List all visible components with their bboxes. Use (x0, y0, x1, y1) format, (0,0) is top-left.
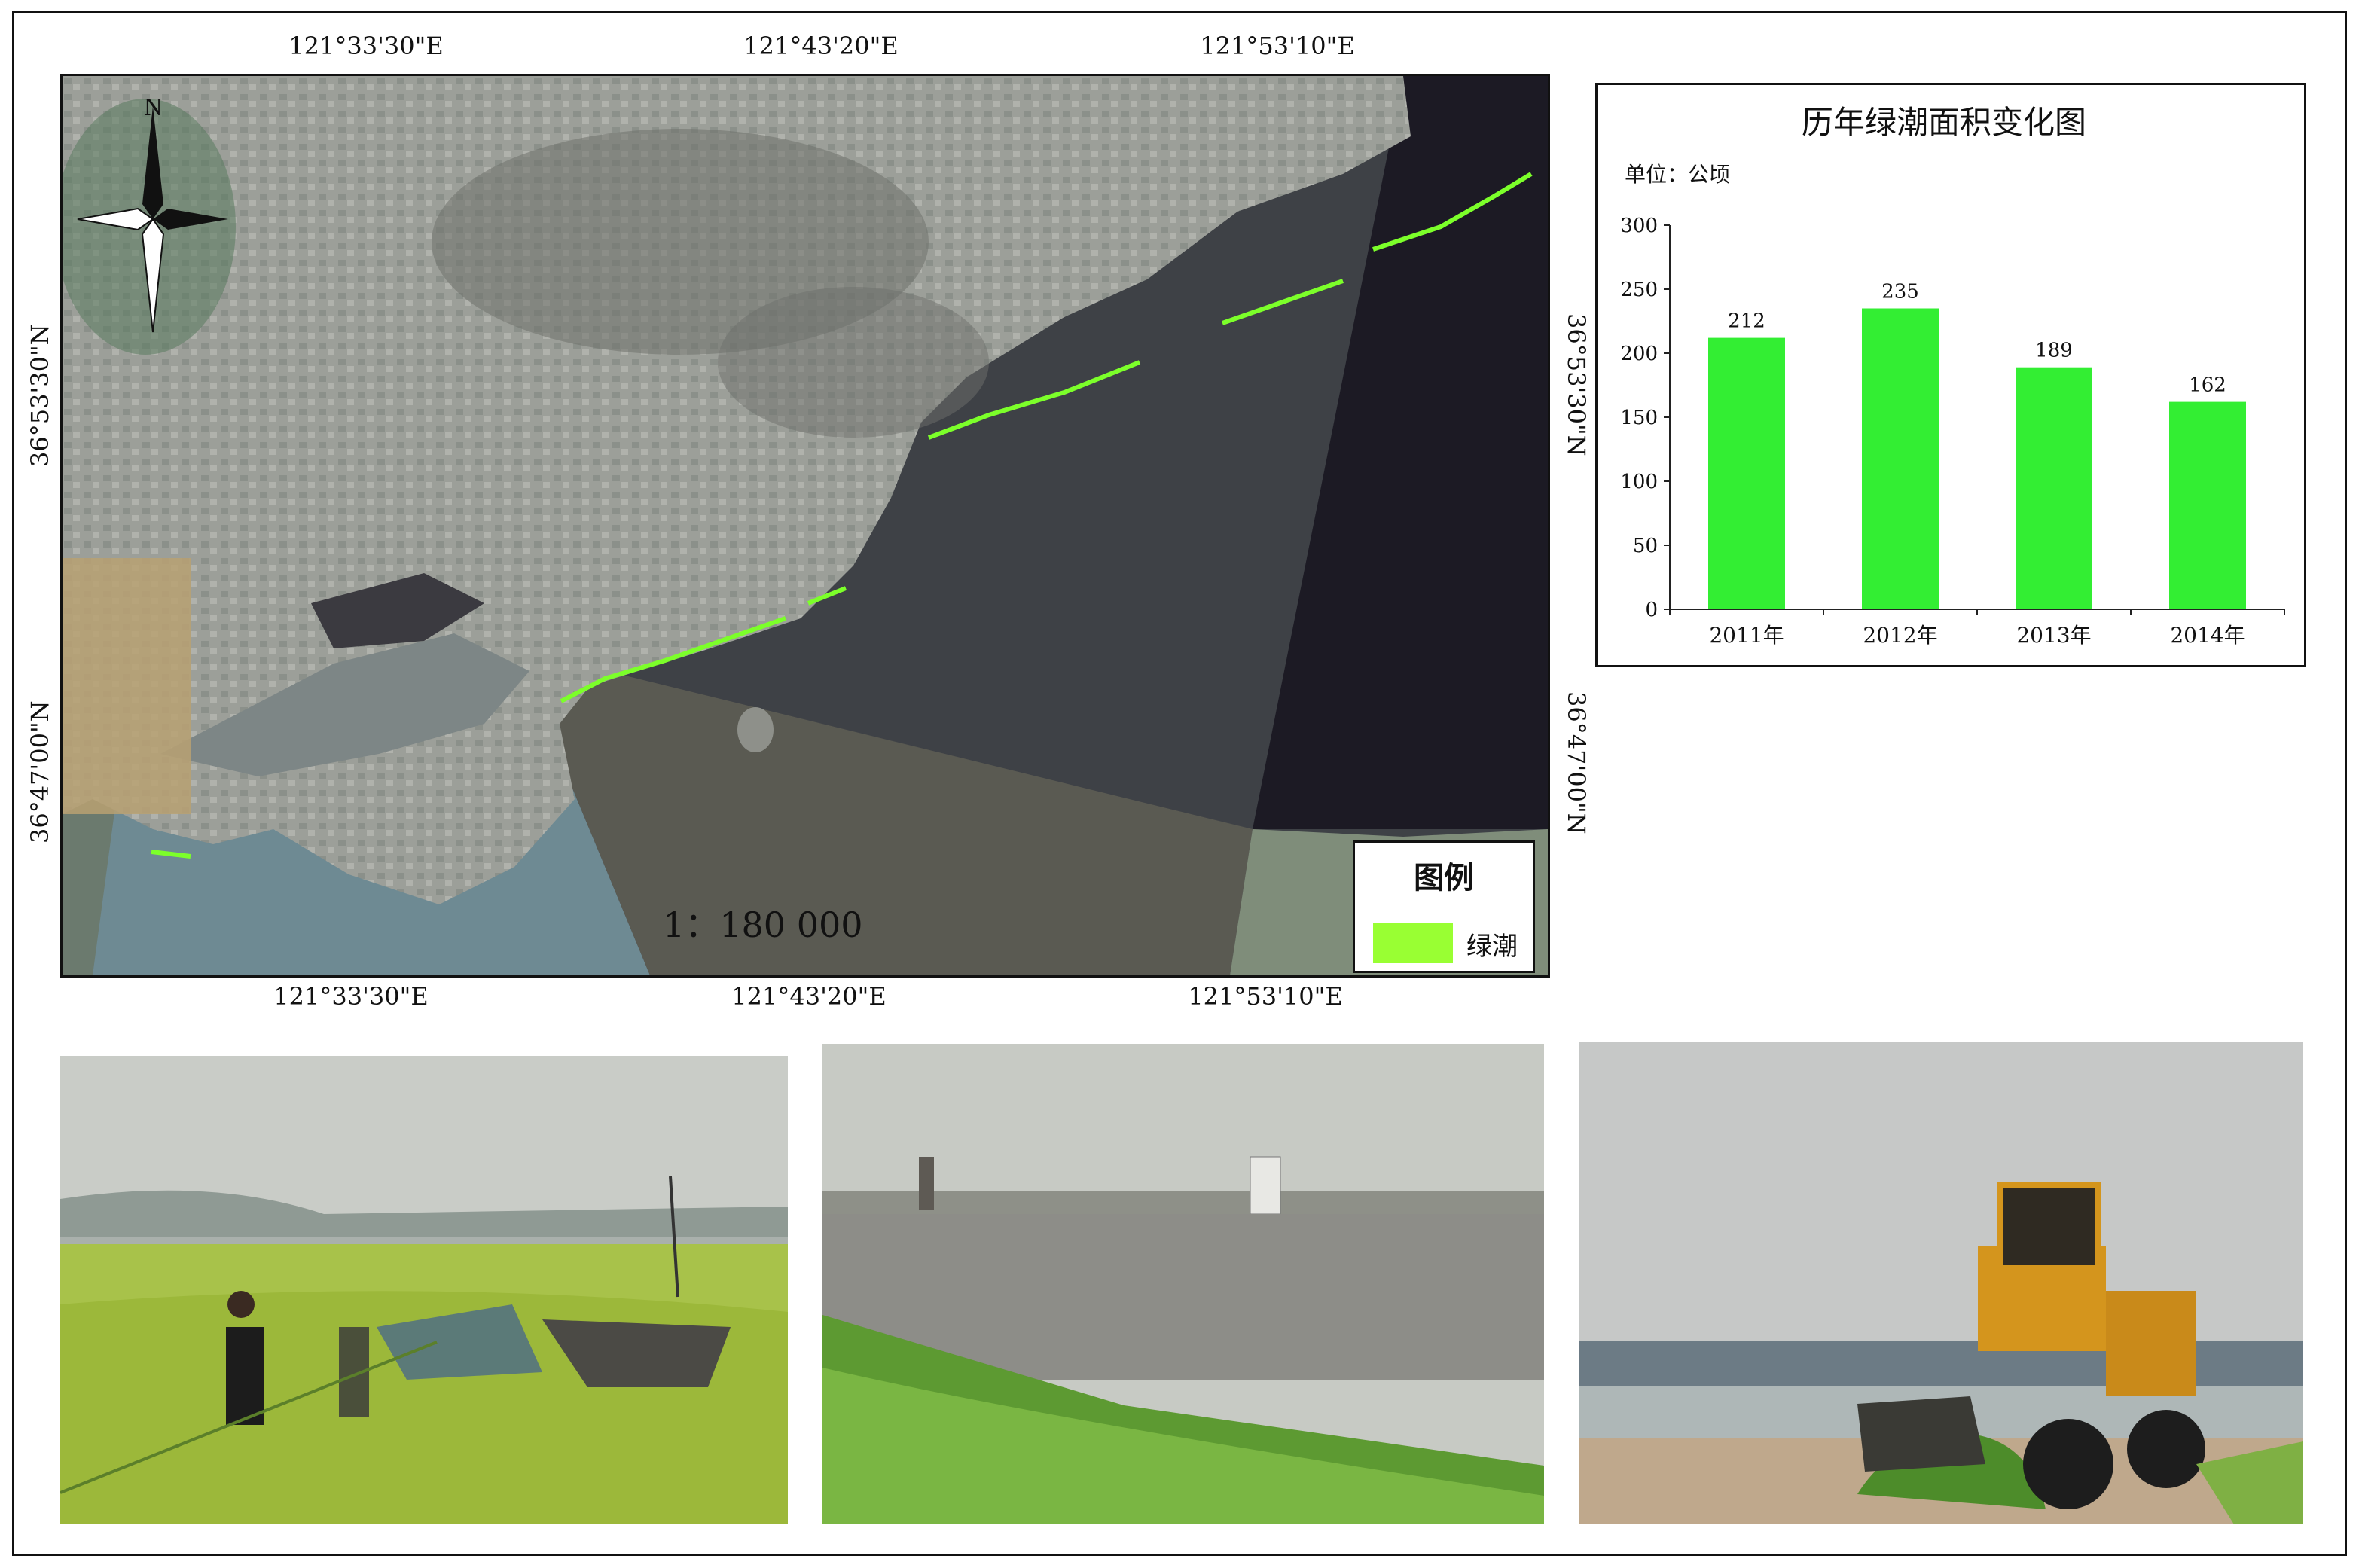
bottom-lon-label-1: 121°33'30"E (273, 982, 429, 1011)
x-category-label: 2013年 (2016, 623, 2091, 648)
y-tick-label: 100 (1620, 471, 1658, 493)
satellite-map: N (60, 74, 1550, 978)
photo-shore (822, 1044, 1544, 1524)
bar-value-label: 189 (2035, 340, 2073, 362)
y-tick-label: 300 (1620, 215, 1658, 237)
legend-title: 图例 (1414, 861, 1474, 895)
map-scale: 1：180 000 (663, 904, 863, 945)
map-legend: 图例 绿潮 (1353, 840, 1535, 973)
mountain-range-2 (718, 287, 989, 438)
bottom-lon-label-3: 121°53'10"E (1188, 982, 1343, 1011)
chart-svg: 历年绿潮面积变化图 单位：公顷 0 50 100 150 200 250 300 2011年 2… (1620, 104, 2285, 648)
bar-value-label: 235 (1881, 281, 1919, 304)
bar-2013年 (2016, 367, 2092, 609)
y-tick-label: 250 (1620, 279, 1658, 301)
bar-value-label: 212 (1728, 310, 1765, 333)
north-label: N (144, 93, 163, 121)
area-bar-chart: 历年绿潮面积变化图 单位：公顷 0 50 100 150 200 250 300 2011年 2… (1595, 83, 2306, 667)
bar-2011年 (1708, 337, 1785, 609)
left-lat-label-1: 36°53'30"N (26, 324, 54, 467)
photo-loader (1579, 1042, 2303, 1524)
top-lon-label-3: 121°53'10"E (1200, 32, 1355, 60)
chart-unit-label: 单位：公顷 (1625, 162, 1730, 187)
left-lat-label-2: 36°47'00"N (26, 700, 54, 843)
small-island (737, 707, 774, 752)
map-canvas: N (63, 76, 1548, 975)
photo-fishermen-image (60, 1056, 788, 1524)
photo-fishermen (60, 1056, 788, 1524)
photo-loader-image (1579, 1042, 2303, 1524)
right-lat-label-2: 36°47'00"N (1562, 691, 1591, 834)
y-tick-label: 150 (1620, 407, 1658, 429)
y-tick-label: 50 (1633, 535, 1658, 557)
x-category-label: 2014年 (2170, 623, 2245, 648)
y-tick-label: 200 (1620, 343, 1658, 365)
bottom-lon-label-2: 121°43'20"E (731, 982, 887, 1011)
legend-swatch-algae (1373, 923, 1453, 963)
chart-title: 历年绿潮面积变化图 (1802, 104, 2086, 141)
top-lon-label-2: 121°43'20"E (743, 32, 899, 60)
bar-2012年 (1862, 308, 1939, 609)
x-category-label: 2012年 (1863, 623, 1937, 648)
right-lat-label-1: 36°53'30"N (1562, 313, 1591, 456)
bar-2014年 (2169, 401, 2246, 609)
photo-shore-image (822, 1044, 1544, 1524)
x-category-label: 2011年 (1709, 623, 1784, 648)
bar-value-label: 162 (2189, 374, 2226, 397)
legend-label-algae: 绿潮 (1466, 932, 1518, 962)
sandy-fields (63, 558, 191, 814)
top-lon-label-1: 121°33'30"E (288, 32, 444, 60)
y-tick-label: 0 (1645, 599, 1658, 621)
